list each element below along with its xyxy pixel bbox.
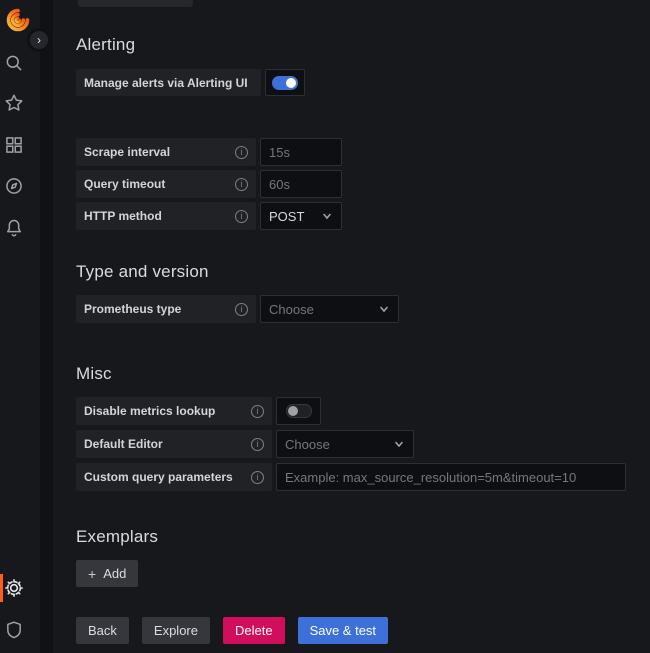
info-icon[interactable]: i [251, 471, 264, 484]
toggle-knob [288, 406, 298, 416]
security-shield-icon[interactable] [4, 620, 24, 640]
info-icon[interactable]: i [235, 178, 248, 191]
dashboards-icon[interactable] [4, 135, 24, 155]
info-icon[interactable]: i [235, 303, 248, 316]
custom-query-parameters-label: Custom query parameters i [76, 463, 272, 491]
toggle-off-pill [286, 404, 312, 418]
chevron-right-icon: › [37, 34, 41, 46]
section-title-misc: Misc [76, 364, 112, 384]
disable-metrics-lookup-toggle[interactable] [276, 397, 321, 425]
prometheus-type-row: Prometheus type i Choose [76, 295, 399, 323]
manage-alerts-toggle[interactable] [265, 69, 305, 96]
star-icon[interactable] [4, 93, 24, 113]
scrape-interval-label: Scrape interval i [76, 138, 256, 166]
section-title-exemplars: Exemplars [76, 527, 158, 547]
default-editor-label: Default Editor i [76, 430, 272, 458]
disable-metrics-lookup-row: Disable metrics lookup i [76, 397, 321, 425]
query-timeout-input[interactable] [260, 170, 342, 198]
grafana-logo-icon[interactable] [5, 7, 31, 33]
toggle-on-pill [272, 76, 298, 90]
scrape-interval-row: Scrape interval i [76, 138, 342, 166]
search-icon[interactable] [4, 53, 24, 73]
sidebar-divider [40, 0, 53, 653]
http-method-row: HTTP method i POST [76, 202, 342, 230]
scrape-interval-input[interactable] [260, 138, 342, 166]
default-editor-select[interactable]: Choose [276, 430, 414, 458]
chevron-down-icon [321, 210, 333, 222]
prometheus-type-select[interactable]: Choose [260, 295, 399, 323]
clipped-control-above [78, 0, 193, 7]
http-method-select[interactable]: POST [260, 202, 342, 230]
add-exemplar-button[interactable]: + Add [76, 560, 138, 587]
footer-button-bar: Back Explore Delete Save & test [76, 617, 388, 644]
prometheus-type-label: Prometheus type i [76, 295, 256, 323]
chevron-down-icon [378, 303, 390, 315]
info-icon[interactable]: i [235, 146, 248, 159]
query-timeout-label: Query timeout i [76, 170, 256, 198]
query-timeout-row: Query timeout i [76, 170, 342, 198]
alerting-bell-icon[interactable] [4, 218, 24, 238]
section-title-alerting: Alerting [76, 35, 135, 55]
active-nav-indicator [0, 574, 3, 602]
manage-alerts-row: Manage alerts via Alerting UI [76, 69, 305, 96]
disable-metrics-lookup-label: Disable metrics lookup i [76, 397, 272, 425]
save-and-test-button[interactable]: Save & test [298, 617, 388, 644]
custom-query-parameters-input[interactable] [276, 463, 626, 491]
info-icon[interactable]: i [235, 210, 248, 223]
chevron-down-icon [393, 438, 405, 450]
datasource-settings-page: Alerting Manage alerts via Alerting UI S… [53, 0, 650, 653]
info-icon[interactable]: i [251, 405, 264, 418]
default-editor-row: Default Editor i Choose [76, 430, 414, 458]
explore-button[interactable]: Explore [142, 617, 210, 644]
toggle-knob [286, 78, 296, 88]
explore-compass-icon[interactable] [4, 176, 24, 196]
sidebar: › [0, 0, 40, 653]
http-method-label: HTTP method i [76, 202, 256, 230]
custom-query-parameters-row: Custom query parameters i [76, 463, 626, 491]
manage-alerts-label: Manage alerts via Alerting UI [76, 69, 261, 96]
section-title-type-version: Type and version [76, 262, 209, 282]
plus-icon: + [88, 567, 96, 581]
back-button[interactable]: Back [76, 617, 129, 644]
delete-button[interactable]: Delete [223, 617, 285, 644]
info-icon[interactable]: i [251, 438, 264, 451]
expand-sidebar-button[interactable]: › [30, 31, 48, 49]
configuration-gear-icon[interactable] [4, 578, 24, 598]
